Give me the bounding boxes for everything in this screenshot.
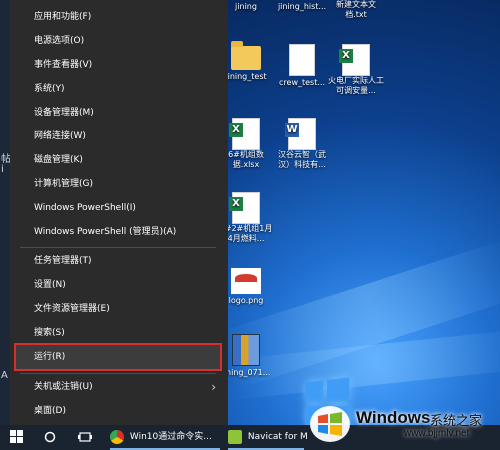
menu-item-network-connections[interactable]: 网络连接(W)	[10, 125, 228, 147]
chevron-right-icon: ›	[211, 380, 216, 394]
watermark-brand: Windows	[356, 408, 431, 427]
excel-icon: X	[229, 192, 260, 224]
menu-item-file-explorer[interactable]: 文件资源管理器(E)	[10, 298, 228, 320]
menu-item-system[interactable]: 系统(Y)	[10, 78, 228, 100]
desktop-icon-label: 火电厂实际人工可调安量...	[328, 76, 384, 95]
desktop-icon-label: 新建文本文档.txt	[336, 0, 376, 19]
desktop-icon-folder[interactable]: jining_hist...	[272, 0, 332, 12]
watermark-suffix: 系统之家	[430, 414, 483, 429]
cortana-circle-icon	[44, 431, 56, 442]
taskbar-app-navicat[interactable]: Navicat for M	[228, 425, 308, 450]
task-view-icon	[78, 431, 92, 442]
excel-icon: X	[229, 118, 260, 150]
desktop-icon-label: crew_test...	[279, 78, 325, 87]
archive-icon	[232, 334, 260, 366]
menu-item-desktop[interactable]: 桌面(D)	[10, 400, 228, 422]
taskbar-app-label: Navicat for M	[247, 432, 308, 442]
desktop-icon-label: jining_hist...	[277, 2, 327, 11]
menu-item-computer-management[interactable]: 计算机管理(G)	[10, 173, 228, 195]
start-button[interactable]	[10, 425, 28, 450]
left-edge-strip: 帖 i A	[0, 0, 11, 425]
menu-item-powershell[interactable]: Windows PowerShell(I)	[10, 197, 228, 219]
menu-item-shutdown-signout[interactable]: 关机或注销(U) ›	[10, 376, 228, 398]
windows-icon	[10, 429, 23, 443]
desktop-icon-text-file[interactable]: 新建文本文档.txt	[326, 0, 386, 20]
menu-item-settings[interactable]: 设置(N)	[10, 274, 228, 296]
desktop-icon-word[interactable]: W 汉谷云智（武汉）科技有...	[272, 118, 332, 170]
menu-separator	[20, 247, 216, 248]
taskbar-app-label: Win10通过命令实...	[129, 432, 212, 442]
menu-item-run[interactable]: 运行(R)	[14, 343, 222, 371]
word-icon: W	[285, 118, 316, 150]
menu-item-device-manager[interactable]: 设备管理器(M)	[10, 102, 228, 124]
watermark: Windows 系统之家 www.bjjmlv.net	[300, 400, 500, 450]
desktop-icon-text-file[interactable]: crew_test...	[272, 44, 332, 88]
chrome-icon	[110, 429, 124, 444]
menu-item-task-manager[interactable]: 任务管理器(T)	[10, 250, 228, 272]
taskbar-app-chrome[interactable]: Win10通过命令实...	[110, 425, 220, 450]
start-context-menu: 应用和功能(F) 电源选项(O) 事件查看器(V) 系统(Y) 设备管理器(M)…	[10, 0, 228, 425]
cortana-button[interactable]	[44, 425, 60, 450]
task-view-button[interactable]	[78, 425, 96, 450]
desktop-icon-excel[interactable]: X 火电厂实际人工可调安量...	[326, 44, 386, 96]
watermark-logo-icon	[310, 406, 350, 442]
excel-icon: X	[339, 44, 370, 76]
menu-item-power-options[interactable]: 电源选项(O)	[10, 30, 228, 52]
document-icon	[289, 44, 315, 76]
folder-icon	[231, 41, 261, 70]
desktop-icon-label: 汉谷云智（武汉）科技有...	[278, 150, 326, 169]
menu-item-search[interactable]: 搜索(S)	[10, 322, 228, 344]
menu-separator	[20, 373, 216, 374]
navicat-icon	[228, 429, 242, 444]
menu-item-event-viewer[interactable]: 事件查看器(V)	[10, 54, 228, 76]
watermark-url: www.bjjmlv.net	[404, 428, 470, 439]
menu-item-disk-management[interactable]: 磁盘管理(K)	[10, 149, 228, 171]
strip-char: A	[1, 370, 8, 381]
menu-item-apps-features[interactable]: 应用和功能(F)	[10, 6, 228, 28]
menu-item-label: 关机或注销(U)	[34, 382, 93, 392]
image-icon	[231, 268, 261, 294]
menu-item-powershell-admin[interactable]: Windows PowerShell (管理员)(A)	[10, 221, 228, 243]
strip-char: i	[1, 164, 4, 175]
